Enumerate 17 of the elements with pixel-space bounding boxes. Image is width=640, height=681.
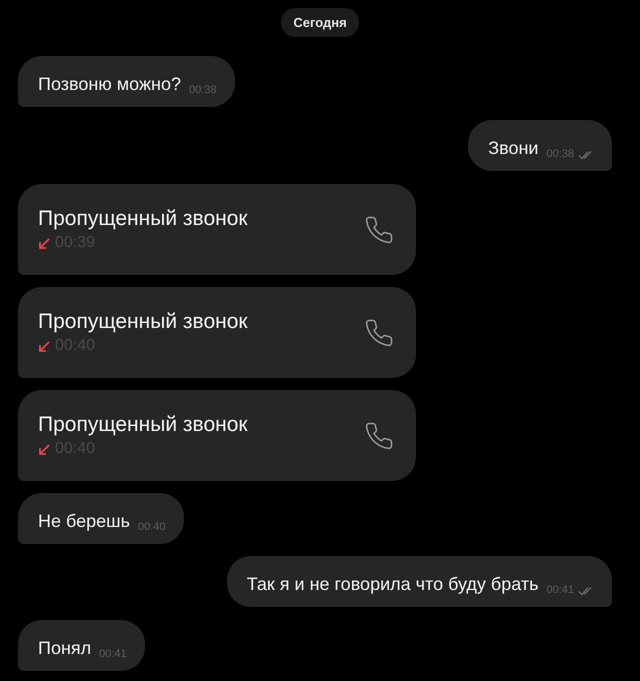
message-time: 00:41 [99, 649, 127, 660]
message-time: 00:41 [546, 585, 574, 596]
date-label: Сегодня [281, 8, 359, 37]
call-title: Пропущенный звонок [38, 414, 248, 435]
message-text: Звони [488, 139, 538, 157]
phone-icon[interactable] [364, 420, 394, 450]
message-time: 00:38 [189, 85, 217, 96]
message-text: Не берешь [38, 512, 130, 530]
message-text: Так я и не говорила что буду брать [246, 575, 538, 593]
call-title: Пропущенный звонок [38, 208, 248, 229]
message-time: 00:38 [546, 149, 574, 160]
phone-icon[interactable] [364, 214, 394, 244]
call-title: Пропущенный звонок [38, 311, 248, 332]
phone-icon[interactable] [364, 318, 394, 348]
message-time: 00:40 [138, 522, 166, 533]
message-text: Позвоню можно? [38, 75, 181, 93]
message-text: Понял [38, 639, 92, 657]
